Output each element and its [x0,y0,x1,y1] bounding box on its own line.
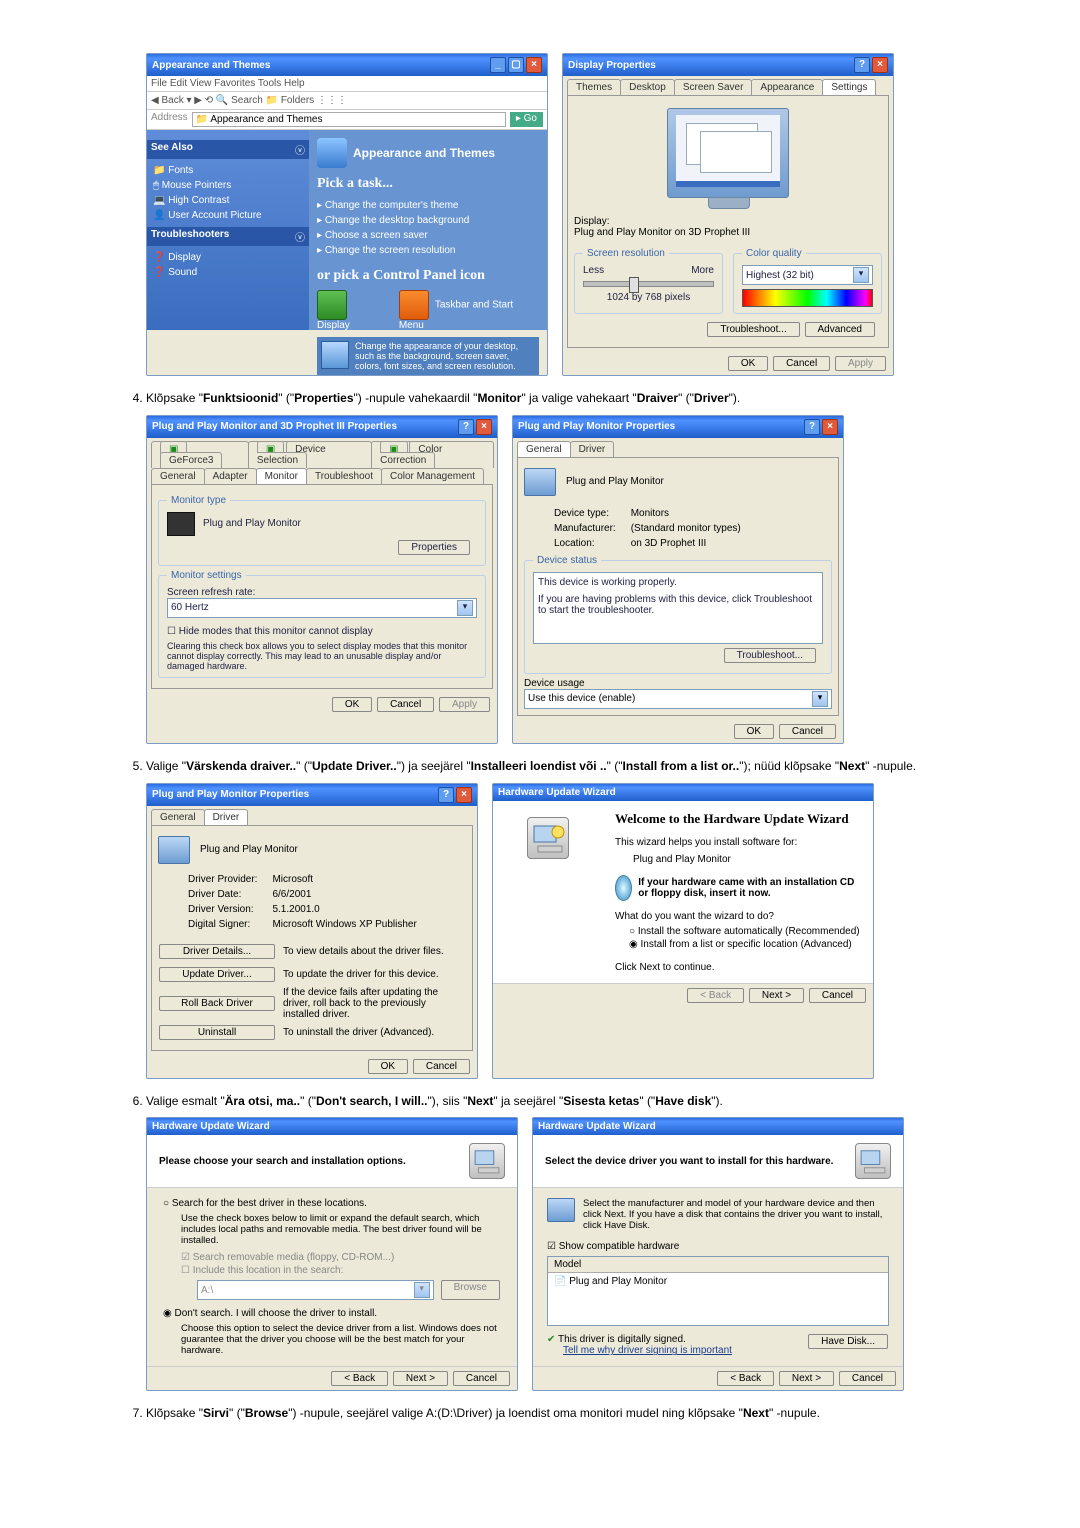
cp-icon-display[interactable]: Display [317,290,385,331]
model-list[interactable]: 📄 Plug and Play Monitor [548,1273,888,1325]
signing-link[interactable]: Tell me why driver signing is important [563,1345,732,1356]
help-btn[interactable]: ? [854,57,870,73]
cancel-button[interactable]: Cancel [773,356,830,371]
wizard-icon [527,817,569,859]
min-btn[interactable]: _ [490,57,506,73]
wizard-select-driver: Hardware Update Wizard Select the device… [532,1117,904,1391]
close-btn[interactable]: × [872,57,888,73]
browse-button[interactable]: Browse [441,1280,500,1300]
title: Display Properties [568,60,656,71]
display-label: Display: [574,216,882,227]
show-compatible-checkbox[interactable]: Show compatible hardware [547,1241,889,1252]
troubleshoot-button[interactable]: Troubleshoot... [707,322,799,337]
color-quality-select[interactable]: Highest (32 bit)▾ [742,265,873,285]
cd-icon [615,875,632,901]
radio-list[interactable]: Install from a list or specific location… [629,939,861,950]
update-driver-button[interactable]: Update Driver... [159,967,275,982]
task[interactable]: ▸ Change the computer's theme [317,198,539,213]
tab[interactable]: Desktop [620,79,675,95]
task[interactable]: ▸ Change the screen resolution [317,243,539,258]
chk-location[interactable]: Include this location in the search: [181,1265,501,1276]
menubar: File Edit View Favorites Tools Help [147,76,547,92]
step-5: Valige "Värskenda draiver.." ("Update Dr… [146,758,960,775]
monitor-preview [667,108,789,198]
wizard-welcome: Hardware Update Wizard Welcome to the Ha… [492,783,874,1079]
or-pick: or pick a Control Panel icon [317,268,539,284]
titlebar: Appearance and Themes _▢× [147,54,547,76]
uninstall-button[interactable]: Uninstall [159,1025,275,1040]
addressbar: Address 📁 Appearance and Themes▸ Go [147,110,547,130]
tab[interactable]: Screen Saver [674,79,753,95]
resolution-slider[interactable] [583,281,714,287]
device-usage-select[interactable]: Use this device (enable)▾ [524,689,832,709]
properties-button[interactable]: Properties [398,540,470,555]
ok-button[interactable]: OK [728,356,768,371]
chk-removable[interactable]: Search removable media (floppy, CD-ROM..… [181,1252,501,1263]
icon-note: Change the appearance of your desktop, s… [355,341,535,371]
step-7: Klõpsake "Sirvi" ("Browse") -nupule, see… [146,1405,960,1422]
pnp-general: Plug and Play Monitor Properties?× Gener… [512,415,844,744]
close-btn[interactable]: × [526,57,542,73]
tabs: Themes Desktop Screen Saver Appearance S… [563,76,893,95]
wizard-icon [469,1143,505,1179]
title: Appearance and Themes [152,60,270,71]
refresh-rate-select[interactable]: 60 Hertz▾ [167,598,477,618]
cp-icon-taskbar[interactable]: Taskbar and Start Menu [399,290,539,331]
radio-search[interactable]: Search for the best driver in these loca… [163,1198,501,1209]
wizard-icon [855,1143,891,1179]
pnp-driver: Plug and Play Monitor Properties?× Gener… [146,783,478,1079]
toolbar: ◀ Back ▾ ▶ ⟲ 🔍 Search 📁 Folders ⋮⋮⋮ [147,92,547,110]
display-properties: Display Properties ?× Themes Desktop Scr… [562,53,894,376]
tab-driver[interactable]: Driver [204,809,249,825]
advanced-button[interactable]: Advanced [805,322,875,337]
max-btn[interactable]: ▢ [508,57,524,73]
hide-modes-checkbox[interactable]: Hide modes that this monitor cannot disp… [167,626,477,637]
rollback-button[interactable]: Roll Back Driver [159,996,275,1011]
device-icon [547,1198,575,1222]
step-4: Klõpsake "Funktsioonid" ("Properties") -… [146,390,960,407]
troubleshoot-button[interactable]: Troubleshoot... [724,648,816,663]
resolution-value: 1024 by 768 pixels [583,292,714,303]
next-button[interactable]: Next > [749,988,804,1003]
color-bar [742,289,873,307]
tab-monitor[interactable]: Monitor [256,468,307,484]
monitor-3d-properties: Plug and Play Monitor and 3D Prophet III… [146,415,498,744]
step-6: Valige esmalt "Ära otsi, ma.." ("Don't s… [146,1093,960,1110]
tab-settings[interactable]: Settings [822,79,876,95]
path-input[interactable]: A:\▾ [197,1280,434,1300]
sidebar: See Alsoⓥ 📁 Fonts 🖱 Mouse Pointers 💻 Hig… [147,130,309,330]
xp-control-panel: Appearance and Themes _▢× File Edit View… [146,53,548,376]
pick-task: Pick a task... [317,176,539,192]
tab[interactable]: Appearance [751,79,823,95]
radio-dont-search[interactable]: Don't search. I will choose the driver t… [163,1308,501,1319]
have-disk-button[interactable]: Have Disk... [808,1334,888,1349]
wizard-search-options: Hardware Update Wizard Please choose you… [146,1117,518,1391]
task[interactable]: ▸ Choose a screen saver [317,228,539,243]
monitor-icon [524,468,556,496]
apply-button[interactable]: Apply [835,356,886,371]
radio-auto[interactable]: Install the software automatically (Reco… [629,926,861,937]
back-button[interactable]: < Back [687,988,744,1003]
driver-details-button[interactable]: Driver Details... [159,944,275,959]
tab[interactable]: Themes [567,79,621,95]
cancel-button[interactable]: Cancel [809,988,866,1003]
task[interactable]: ▸ Change the desktop background [317,213,539,228]
task-pane: Appearance and Themes Pick a task... ▸ C… [309,130,547,330]
display-name: Plug and Play Monitor on 3D Prophet III [574,227,882,238]
